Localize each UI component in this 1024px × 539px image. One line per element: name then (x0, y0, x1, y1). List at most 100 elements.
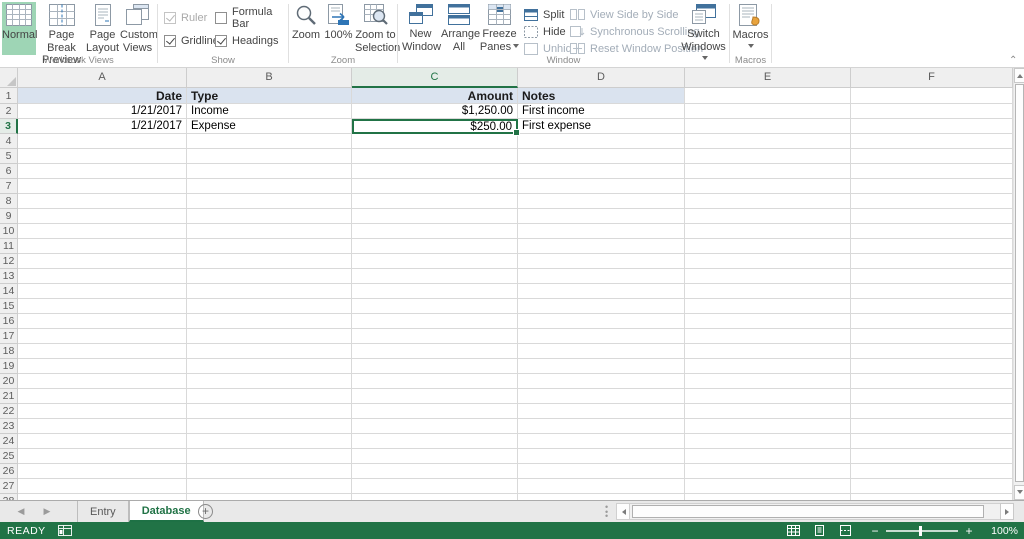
row-header-4[interactable]: 4 (0, 134, 18, 149)
cell-D26[interactable] (518, 464, 685, 479)
cell-B5[interactable] (187, 149, 352, 164)
hide-button[interactable]: Hide (524, 24, 566, 39)
view-side-by-side-button[interactable]: View Side by Side (570, 7, 678, 22)
sheet-tab-database[interactable]: Database (128, 501, 204, 522)
cell-A6[interactable] (18, 164, 187, 179)
cell-E11[interactable] (685, 239, 851, 254)
cell-D3[interactable]: First expense (518, 119, 685, 134)
page-layout-view-button[interactable] (806, 523, 832, 539)
cell-C13[interactable] (352, 269, 518, 284)
cell-B14[interactable] (187, 284, 352, 299)
row-header-5[interactable]: 5 (0, 149, 18, 164)
row-header-10[interactable]: 10 (0, 224, 18, 239)
cell-E7[interactable] (685, 179, 851, 194)
ruler-checkbox[interactable]: Ruler (164, 10, 207, 25)
cell-A24[interactable] (18, 434, 187, 449)
cell-E6[interactable] (685, 164, 851, 179)
cell-C4[interactable] (352, 134, 518, 149)
cell-B12[interactable] (187, 254, 352, 269)
cell-D7[interactable] (518, 179, 685, 194)
cell-E13[interactable] (685, 269, 851, 284)
cell-B1[interactable]: Type (187, 88, 352, 104)
cell-B20[interactable] (187, 374, 352, 389)
cell-D19[interactable] (518, 359, 685, 374)
cell-F9[interactable] (851, 209, 1013, 224)
page-break-view-button[interactable] (832, 523, 858, 539)
scroll-up-button[interactable] (1014, 68, 1024, 83)
cell-A4[interactable] (18, 134, 187, 149)
cell-C25[interactable] (352, 449, 518, 464)
cell-B18[interactable] (187, 344, 352, 359)
scroll-right-button[interactable] (1000, 503, 1014, 520)
row-header-21[interactable]: 21 (0, 389, 18, 404)
cell-A27[interactable] (18, 479, 187, 494)
cell-A5[interactable] (18, 149, 187, 164)
cell-D22[interactable] (518, 404, 685, 419)
cell-B16[interactable] (187, 314, 352, 329)
cell-A8[interactable] (18, 194, 187, 209)
cell-D11[interactable] (518, 239, 685, 254)
cell-A3[interactable]: 1/21/2017 (18, 119, 187, 134)
page-layout-button[interactable]: Page Layout (86, 2, 119, 55)
row-header-14[interactable]: 14 (0, 284, 18, 299)
cell-C24[interactable] (352, 434, 518, 449)
cell-B19[interactable] (187, 359, 352, 374)
cell-B17[interactable] (187, 329, 352, 344)
cell-C12[interactable] (352, 254, 518, 269)
cell-E23[interactable] (685, 419, 851, 434)
row-header-20[interactable]: 20 (0, 374, 18, 389)
cell-C16[interactable] (352, 314, 518, 329)
row-header-25[interactable]: 25 (0, 449, 18, 464)
cell-C6[interactable] (352, 164, 518, 179)
cell-B11[interactable] (187, 239, 352, 254)
vertical-scroll-thumb[interactable] (1015, 84, 1024, 482)
cell-A15[interactable] (18, 299, 187, 314)
cell-A26[interactable] (18, 464, 187, 479)
row-header-1[interactable]: 1 (0, 88, 18, 104)
cell-A10[interactable] (18, 224, 187, 239)
cell-B10[interactable] (187, 224, 352, 239)
cell-C19[interactable] (352, 359, 518, 374)
cell-A16[interactable] (18, 314, 187, 329)
cell-D2[interactable]: First income (518, 104, 685, 119)
formula-bar-checkbox[interactable]: Formula Bar (215, 6, 288, 30)
cell-A18[interactable] (18, 344, 187, 359)
cell-D16[interactable] (518, 314, 685, 329)
vertical-scrollbar[interactable] (1013, 68, 1024, 500)
cell-F24[interactable] (851, 434, 1013, 449)
cell-C3[interactable]: $250.00 (352, 119, 520, 136)
row-header-11[interactable]: 11 (0, 239, 18, 254)
row-header-2[interactable]: 2 (0, 104, 18, 119)
row-header-15[interactable]: 15 (0, 299, 18, 314)
cell-F21[interactable] (851, 389, 1013, 404)
cell-F7[interactable] (851, 179, 1013, 194)
cell-A2[interactable]: 1/21/2017 (18, 104, 187, 119)
column-header-E[interactable]: E (685, 68, 851, 88)
cell-D1[interactable]: Notes (518, 88, 685, 104)
cell-E4[interactable] (685, 134, 851, 149)
cell-C11[interactable] (352, 239, 518, 254)
cell-D4[interactable] (518, 134, 685, 149)
cell-D15[interactable] (518, 299, 685, 314)
cell-A11[interactable] (18, 239, 187, 254)
cell-A25[interactable] (18, 449, 187, 464)
scroll-down-button[interactable] (1014, 485, 1024, 500)
cell-F22[interactable] (851, 404, 1013, 419)
cell-A20[interactable] (18, 374, 187, 389)
cell-E25[interactable] (685, 449, 851, 464)
cell-D18[interactable] (518, 344, 685, 359)
cell-A13[interactable] (18, 269, 187, 284)
split-button[interactable]: Split (524, 7, 564, 22)
cell-D5[interactable] (518, 149, 685, 164)
collapse-ribbon-icon[interactable]: ⌃ (1009, 56, 1018, 66)
row-header-24[interactable]: 24 (0, 434, 18, 449)
cell-D27[interactable] (518, 479, 685, 494)
freeze-panes-button[interactable]: Freeze Panes (479, 2, 520, 55)
cell-B22[interactable] (187, 404, 352, 419)
cell-B4[interactable] (187, 134, 352, 149)
cell-D20[interactable] (518, 374, 685, 389)
cell-E1[interactable] (685, 88, 851, 104)
cell-E9[interactable] (685, 209, 851, 224)
row-header-17[interactable]: 17 (0, 329, 18, 344)
cell-C14[interactable] (352, 284, 518, 299)
